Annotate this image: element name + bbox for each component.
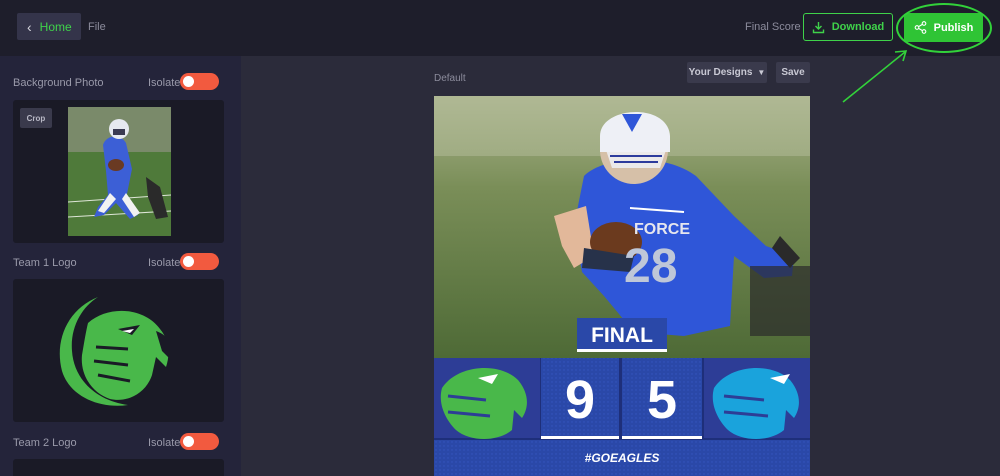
share-icon — [914, 21, 926, 34]
final-text: FINAL — [591, 324, 653, 347]
isolate-toggle-team1[interactable] — [180, 253, 219, 270]
save-button[interactable]: Save — [776, 62, 810, 83]
annotation-arrow — [842, 50, 908, 103]
hashtag-text: #GOEAGLES — [585, 451, 660, 465]
template-name: Final Score — [745, 21, 801, 33]
crop-button[interactable]: Crop — [20, 108, 52, 128]
isolate-toggle-team2[interactable] — [180, 433, 219, 450]
download-label: Download — [831, 21, 885, 33]
team2-logo-label: Team 2 Logo — [13, 437, 77, 449]
toggle-knob — [183, 436, 194, 447]
design-canvas[interactable]: FORCE 28 FINAL 9 5 #GOEAGLES — [434, 96, 810, 476]
file-menu[interactable]: File — [88, 21, 106, 33]
jersey-number: 28 — [624, 240, 677, 293]
your-designs-dropdown[interactable]: Your Designs ▼ — [687, 62, 767, 83]
chevron-left-icon: ‹ — [27, 18, 32, 35]
team1-logo-label: Team 1 Logo — [13, 257, 77, 269]
final-score-graphic: FORCE 28 FINAL 9 5 #GOEAGLES — [434, 96, 810, 476]
home-button[interactable]: ‹ Home — [17, 13, 81, 40]
download-button[interactable]: Download — [803, 13, 893, 41]
isolate-label: Isolate — [148, 77, 181, 89]
isolate-label: Isolate — [148, 437, 181, 449]
publish-button[interactable]: Publish — [904, 13, 983, 42]
design-variant-label: Default — [434, 73, 466, 84]
team2-logo-panel[interactable] — [13, 459, 224, 476]
home-label: Home — [39, 19, 72, 34]
chevron-down-icon: ▼ — [757, 68, 766, 77]
team1-score: 9 — [565, 370, 595, 430]
team2-score: 5 — [647, 370, 677, 430]
download-icon — [812, 21, 824, 33]
isolate-label: Isolate — [148, 257, 181, 269]
your-designs-label: Your Designs — [688, 67, 753, 78]
team1-eagle-logo — [59, 297, 173, 406]
team1-logo-panel[interactable] — [13, 279, 224, 422]
publish-label: Publish — [933, 21, 974, 34]
toggle-knob — [183, 76, 194, 87]
jersey-text: FORCE — [634, 221, 690, 238]
toggle-knob — [183, 256, 194, 267]
background-photo-thumbnail — [68, 107, 171, 236]
isolate-toggle-background[interactable] — [180, 73, 219, 90]
background-photo-label: Background Photo — [13, 77, 104, 89]
